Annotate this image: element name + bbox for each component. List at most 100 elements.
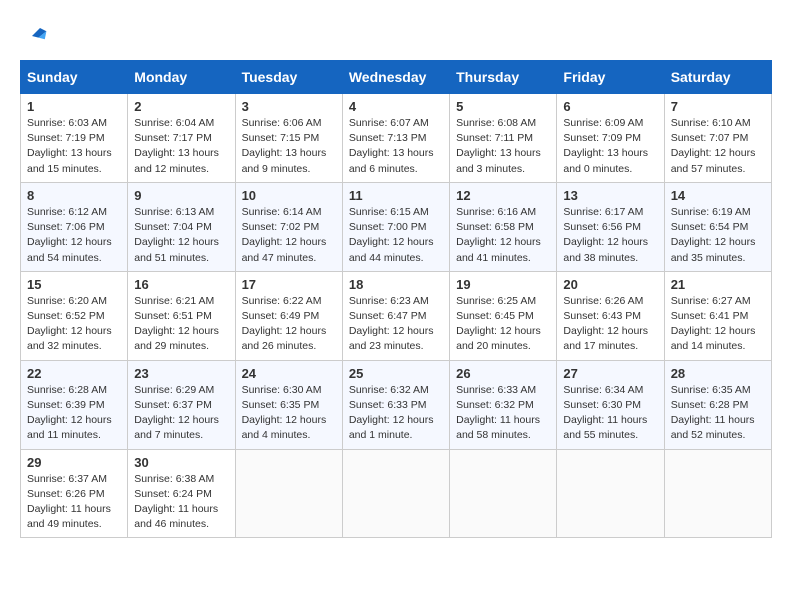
- day-number: 11: [349, 188, 443, 203]
- day-number: 7: [671, 99, 765, 114]
- calendar-cell: 12 Sunrise: 6:16 AM Sunset: 6:58 PM Dayli…: [450, 182, 557, 271]
- calendar-week-row: 22Sunrise: 6:28 AM Sunset: 6:39 PM Dayli…: [21, 360, 772, 449]
- day-number: 14: [671, 188, 765, 203]
- day-info: Sunrise: 6:28 AM Sunset: 6:39 PM Dayligh…: [27, 383, 121, 444]
- day-info: Sunrise: 6:14 AM Sunset: 7:02 PM Dayligh…: [242, 205, 336, 266]
- logo: [20, 20, 48, 44]
- day-info: Sunrise: 6:23 AM Sunset: 6:47 PM Dayligh…: [349, 294, 443, 355]
- day-info: Sunrise: 6:20 AM Sunset: 6:52 PM Dayligh…: [27, 294, 121, 355]
- day-number: 28: [671, 366, 765, 381]
- day-info: Sunrise: 6:35 AM Sunset: 6:28 PM Dayligh…: [671, 383, 765, 444]
- calendar-cell: 18 Sunrise: 6:23 AM Sunset: 6:47 PM Dayli…: [342, 271, 449, 360]
- day-info: Sunrise: 6:38 AM Sunset: 6:24 PM Dayligh…: [134, 472, 228, 533]
- day-number: 19: [456, 277, 550, 292]
- day-info: Sunrise: 6:21 AM Sunset: 6:51 PM Dayligh…: [134, 294, 228, 355]
- day-info: Sunrise: 6:15 AM Sunset: 7:00 PM Dayligh…: [349, 205, 443, 266]
- calendar-week-row: 8 Sunrise: 6:12 AM Sunset: 7:06 PM Daylig…: [21, 182, 772, 271]
- day-info: Sunrise: 6:06 AM Sunset: 7:15 PM Dayligh…: [242, 116, 336, 177]
- calendar-cell: 29 Sunrise: 6:37 AM Sunset: 6:26 PM Dayli…: [21, 449, 128, 538]
- calendar-cell: 7 Sunrise: 6:10 AM Sunset: 7:07 PM Daylig…: [664, 94, 771, 183]
- calendar-cell: 4 Sunrise: 6:07 AM Sunset: 7:13 PM Daylig…: [342, 94, 449, 183]
- day-number: 12: [456, 188, 550, 203]
- calendar-cell: 10 Sunrise: 6:14 AM Sunset: 7:02 PM Dayli…: [235, 182, 342, 271]
- calendar-week-row: 15 Sunrise: 6:20 AM Sunset: 6:52 PM Dayli…: [21, 271, 772, 360]
- day-number: 9: [134, 188, 228, 203]
- day-info: Sunrise: 6:04 AM Sunset: 7:17 PM Dayligh…: [134, 116, 228, 177]
- day-info: Sunrise: 6:34 AM Sunset: 6:30 PM Dayligh…: [563, 383, 657, 444]
- calendar-cell: 9Sunrise: 6:13 AM Sunset: 7:04 PM Daylig…: [128, 182, 235, 271]
- calendar-cell: 16 Sunrise: 6:21 AM Sunset: 6:51 PM Dayli…: [128, 271, 235, 360]
- calendar-cell: 27 Sunrise: 6:34 AM Sunset: 6:30 PM Dayli…: [557, 360, 664, 449]
- calendar-cell: 19 Sunrise: 6:25 AM Sunset: 6:45 PM Dayli…: [450, 271, 557, 360]
- day-number: 25: [349, 366, 443, 381]
- calendar-cell: 3 Sunrise: 6:06 AM Sunset: 7:15 PM Daylig…: [235, 94, 342, 183]
- weekday-header-monday: Monday: [128, 61, 235, 94]
- day-number: 29: [27, 455, 121, 470]
- calendar-cell: 17Sunrise: 6:22 AM Sunset: 6:49 PM Dayli…: [235, 271, 342, 360]
- day-info: Sunrise: 6:19 AM Sunset: 6:54 PM Dayligh…: [671, 205, 765, 266]
- calendar-cell: 1 Sunrise: 6:03 AM Sunset: 7:19 PM Daylig…: [21, 94, 128, 183]
- calendar-cell: 13 Sunrise: 6:17 AM Sunset: 6:56 PM Dayli…: [557, 182, 664, 271]
- day-info: Sunrise: 6:12 AM Sunset: 7:06 PM Dayligh…: [27, 205, 121, 266]
- weekday-header-thursday: Thursday: [450, 61, 557, 94]
- calendar-cell: 30 Sunrise: 6:38 AM Sunset: 6:24 PM Dayli…: [128, 449, 235, 538]
- logo-bird-icon: [24, 20, 48, 44]
- calendar-week-row: 29 Sunrise: 6:37 AM Sunset: 6:26 PM Dayli…: [21, 449, 772, 538]
- day-number: 21: [671, 277, 765, 292]
- day-number: 18: [349, 277, 443, 292]
- day-info: Sunrise: 6:07 AM Sunset: 7:13 PM Dayligh…: [349, 116, 443, 177]
- calendar-cell: 26Sunrise: 6:33 AM Sunset: 6:32 PM Dayli…: [450, 360, 557, 449]
- calendar-week-row: 1 Sunrise: 6:03 AM Sunset: 7:19 PM Daylig…: [21, 94, 772, 183]
- day-number: 10: [242, 188, 336, 203]
- calendar-cell: 22Sunrise: 6:28 AM Sunset: 6:39 PM Dayli…: [21, 360, 128, 449]
- day-number: 1: [27, 99, 121, 114]
- day-number: 15: [27, 277, 121, 292]
- day-info: Sunrise: 6:08 AM Sunset: 7:11 PM Dayligh…: [456, 116, 550, 177]
- day-number: 30: [134, 455, 228, 470]
- day-number: 6: [563, 99, 657, 114]
- day-number: 13: [563, 188, 657, 203]
- day-info: Sunrise: 6:33 AM Sunset: 6:32 PM Dayligh…: [456, 383, 550, 444]
- calendar-cell: 23 Sunrise: 6:29 AM Sunset: 6:37 PM Dayli…: [128, 360, 235, 449]
- day-info: Sunrise: 6:27 AM Sunset: 6:41 PM Dayligh…: [671, 294, 765, 355]
- calendar-cell: [450, 449, 557, 538]
- calendar-cell: 8 Sunrise: 6:12 AM Sunset: 7:06 PM Daylig…: [21, 182, 128, 271]
- day-number: 5: [456, 99, 550, 114]
- calendar-header-row: SundayMondayTuesdayWednesdayThursdayFrid…: [21, 61, 772, 94]
- weekday-header-saturday: Saturday: [664, 61, 771, 94]
- day-info: Sunrise: 6:16 AM Sunset: 6:58 PM Dayligh…: [456, 205, 550, 266]
- day-info: Sunrise: 6:17 AM Sunset: 6:56 PM Dayligh…: [563, 205, 657, 266]
- calendar-cell: [557, 449, 664, 538]
- calendar-cell: 15 Sunrise: 6:20 AM Sunset: 6:52 PM Dayli…: [21, 271, 128, 360]
- day-number: 3: [242, 99, 336, 114]
- calendar-cell: 11 Sunrise: 6:15 AM Sunset: 7:00 PM Dayli…: [342, 182, 449, 271]
- day-info: Sunrise: 6:37 AM Sunset: 6:26 PM Dayligh…: [27, 472, 121, 533]
- day-info: Sunrise: 6:29 AM Sunset: 6:37 PM Dayligh…: [134, 383, 228, 444]
- calendar-cell: 5 Sunrise: 6:08 AM Sunset: 7:11 PM Daylig…: [450, 94, 557, 183]
- day-number: 23: [134, 366, 228, 381]
- day-number: 4: [349, 99, 443, 114]
- day-info: Sunrise: 6:09 AM Sunset: 7:09 PM Dayligh…: [563, 116, 657, 177]
- calendar-cell: 25 Sunrise: 6:32 AM Sunset: 6:33 PM Dayli…: [342, 360, 449, 449]
- calendar-cell: [235, 449, 342, 538]
- day-number: 8: [27, 188, 121, 203]
- day-number: 17: [242, 277, 336, 292]
- calendar-cell: 20Sunrise: 6:26 AM Sunset: 6:43 PM Dayli…: [557, 271, 664, 360]
- calendar-cell: [664, 449, 771, 538]
- day-info: Sunrise: 6:26 AM Sunset: 6:43 PM Dayligh…: [563, 294, 657, 355]
- day-info: Sunrise: 6:03 AM Sunset: 7:19 PM Dayligh…: [27, 116, 121, 177]
- day-info: Sunrise: 6:30 AM Sunset: 6:35 PM Dayligh…: [242, 383, 336, 444]
- day-info: Sunrise: 6:10 AM Sunset: 7:07 PM Dayligh…: [671, 116, 765, 177]
- weekday-header-friday: Friday: [557, 61, 664, 94]
- day-info: Sunrise: 6:32 AM Sunset: 6:33 PM Dayligh…: [349, 383, 443, 444]
- calendar-cell: 24 Sunrise: 6:30 AM Sunset: 6:35 PM Dayli…: [235, 360, 342, 449]
- day-info: Sunrise: 6:25 AM Sunset: 6:45 PM Dayligh…: [456, 294, 550, 355]
- day-number: 27: [563, 366, 657, 381]
- day-number: 2: [134, 99, 228, 114]
- calendar-cell: 28 Sunrise: 6:35 AM Sunset: 6:28 PM Dayli…: [664, 360, 771, 449]
- day-number: 24: [242, 366, 336, 381]
- page-header: [20, 20, 772, 44]
- calendar-cell: [342, 449, 449, 538]
- weekday-header-wednesday: Wednesday: [342, 61, 449, 94]
- day-number: 16: [134, 277, 228, 292]
